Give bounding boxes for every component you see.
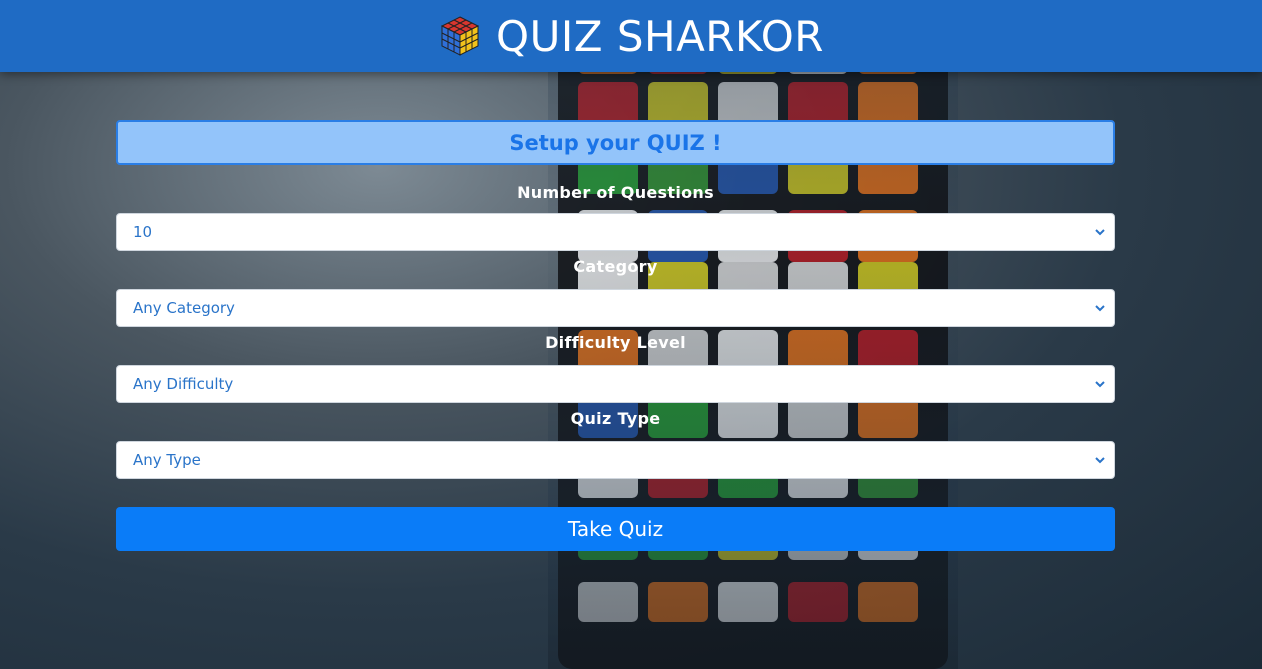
take-quiz-button[interactable]: Take Quiz	[116, 507, 1115, 551]
chevron-down-icon	[1095, 381, 1105, 388]
quiz-type-select[interactable]: Any Type	[116, 441, 1115, 479]
quiz-type-value: Any Type	[133, 451, 201, 469]
category-value: Any Category	[133, 299, 235, 317]
number-of-questions-label: Number of Questions	[517, 183, 714, 202]
quiz-type-label: Quiz Type	[570, 409, 661, 428]
difficulty-level-label: Difficulty Level	[545, 333, 686, 352]
chevron-down-icon	[1095, 229, 1105, 236]
chevron-down-icon	[1095, 305, 1105, 312]
app-header: QUIZ SHARKOR	[0, 0, 1262, 72]
difficulty-level-select[interactable]: Any Difficulty	[116, 365, 1115, 403]
number-of-questions-select[interactable]: 10	[116, 213, 1115, 251]
difficulty-level-value: Any Difficulty	[133, 375, 234, 393]
setup-banner: Setup your QUIZ !	[116, 120, 1115, 165]
quiz-setup-form: Setup your QUIZ ! Number of Questions 10…	[116, 120, 1115, 551]
category-label: Category	[573, 257, 658, 276]
app-title: QUIZ SHARKOR	[496, 11, 824, 61]
category-select[interactable]: Any Category	[116, 289, 1115, 327]
chevron-down-icon	[1095, 457, 1105, 464]
rubiks-cube-icon	[440, 16, 480, 56]
number-of-questions-value: 10	[133, 223, 153, 241]
